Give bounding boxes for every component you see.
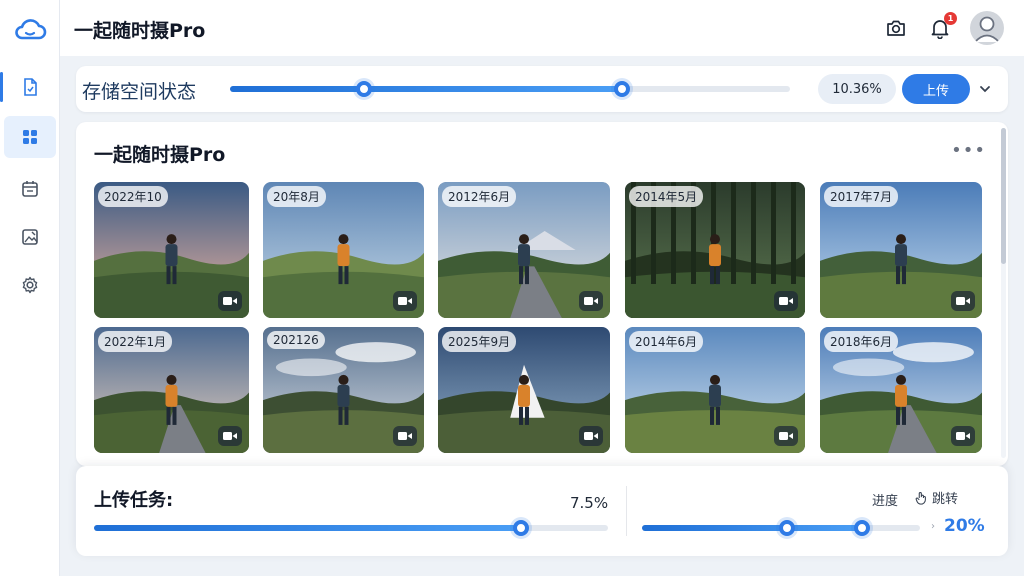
camera-icon (887, 20, 905, 36)
user-avatar[interactable] (970, 11, 1004, 45)
upload-tasks-panel: 上传任务: 7.5% 进度 跳转 › 20% (76, 466, 1008, 556)
app-title: 一起随时摄Pro (74, 20, 206, 42)
photo-card[interactable]: 2022年10 (94, 182, 249, 318)
secondary-progress-fill (642, 525, 862, 531)
secondary-progress-end-handle[interactable] (853, 520, 870, 536)
video-icon[interactable] (218, 426, 242, 446)
video-icon[interactable] (774, 291, 798, 311)
notification-button[interactable]: 1 (926, 12, 957, 42)
upload-dropdown-button[interactable] (974, 78, 996, 100)
video-icon[interactable] (393, 426, 417, 446)
photo-date-label: 20年8月 (267, 186, 326, 207)
grid-icon (23, 130, 37, 144)
camera-button[interactable] (882, 14, 910, 42)
storage-slider[interactable] (230, 81, 790, 97)
photo-card[interactable]: 202126 (263, 327, 424, 453)
upload-button[interactable]: 上传 (902, 74, 970, 104)
photo-date-label: 2017年7月 (824, 186, 899, 207)
storage-slider-fill (230, 86, 622, 92)
user-icon (974, 16, 1000, 43)
gallery-scrollbar[interactable] (1001, 128, 1006, 458)
photo-date-label: 202126 (267, 331, 325, 349)
arrow-right-icon: › (931, 521, 935, 532)
more-options-button[interactable]: ••• (951, 140, 986, 161)
secondary-progress-start-handle[interactable] (778, 520, 795, 536)
calendar-icon (22, 181, 38, 197)
sidebar-item-edit[interactable] (4, 216, 56, 258)
photo-card[interactable]: 2025年9月 (438, 327, 610, 453)
photo-date-label: 2012年6月 (442, 186, 517, 207)
photo-date-label: 2022年10 (98, 186, 168, 207)
hand-pointer-icon (915, 491, 926, 505)
upload-progress-bar[interactable] (94, 520, 608, 536)
secondary-progress-percent: 20% (944, 516, 985, 536)
sidebar-item-files[interactable] (0, 66, 56, 108)
sidebar-item-settings[interactable] (4, 264, 56, 306)
progress-label: 进度 (872, 494, 899, 509)
photo-date-label: 2014年5月 (629, 186, 704, 207)
sidebar (0, 0, 60, 576)
photo-card[interactable]: 2014年6月 (625, 327, 805, 453)
photo-card[interactable]: 20年8月 (263, 182, 424, 318)
video-icon[interactable] (951, 426, 975, 446)
video-icon[interactable] (218, 291, 242, 311)
gallery-scrollbar-thumb[interactable] (1001, 128, 1006, 264)
storage-slider-end-handle[interactable] (614, 81, 630, 97)
photo-card[interactable]: 2014年5月 (625, 182, 805, 318)
sidebar-item-gallery[interactable] (4, 116, 56, 158)
photo-card[interactable]: 2012年6月 (438, 182, 610, 318)
video-icon[interactable] (579, 426, 603, 446)
storage-status-bar: 存储空间状态 10.36% 上传 (76, 66, 1008, 112)
sidebar-item-calendar[interactable] (4, 168, 56, 210)
photo-date-label: 2014年6月 (629, 331, 704, 352)
video-icon[interactable] (774, 426, 798, 446)
photo-date-label: 2025年9月 (442, 331, 517, 352)
upload-progress-handle[interactable] (512, 520, 529, 536)
active-indicator (0, 72, 3, 102)
photo-card[interactable]: 2018年6月 (820, 327, 982, 453)
top-header: 一起随时摄Pro 1 (60, 0, 1024, 56)
upload-progress-fill (94, 525, 521, 531)
photo-gallery: 一起随时摄Pro ••• 2022年10 20年8月 2012年6月 2014年5月 2… (76, 122, 1008, 466)
image-edit-icon (22, 229, 38, 245)
notification-badge: 1 (944, 12, 957, 25)
gear-icon (22, 276, 38, 294)
photo-card[interactable]: 2022年1月 (94, 327, 249, 453)
storage-slider-start-handle[interactable] (356, 81, 373, 97)
divider (626, 486, 627, 536)
video-icon[interactable] (951, 291, 975, 311)
photo-date-label: 2018年6月 (824, 331, 899, 352)
storage-percent: 10.36% (818, 74, 896, 104)
photo-date-label: 2022年1月 (98, 331, 173, 352)
storage-title: 存储空间状态 (82, 81, 197, 103)
jump-link-label: 跳转 (932, 492, 959, 507)
photo-card[interactable]: 2017年7月 (820, 182, 982, 318)
secondary-progress-slider[interactable] (642, 520, 920, 536)
video-icon[interactable] (393, 291, 417, 311)
upload-tasks-percent: 7.5% (570, 494, 609, 512)
gallery-title: 一起随时摄Pro (94, 144, 226, 166)
cloud-logo-icon (15, 19, 47, 40)
video-icon[interactable] (579, 291, 603, 311)
chevron-down-icon (980, 86, 990, 93)
upload-tasks-title: 上传任务: (94, 490, 174, 511)
jump-link[interactable]: 跳转 (914, 488, 958, 507)
file-icon (24, 78, 37, 96)
